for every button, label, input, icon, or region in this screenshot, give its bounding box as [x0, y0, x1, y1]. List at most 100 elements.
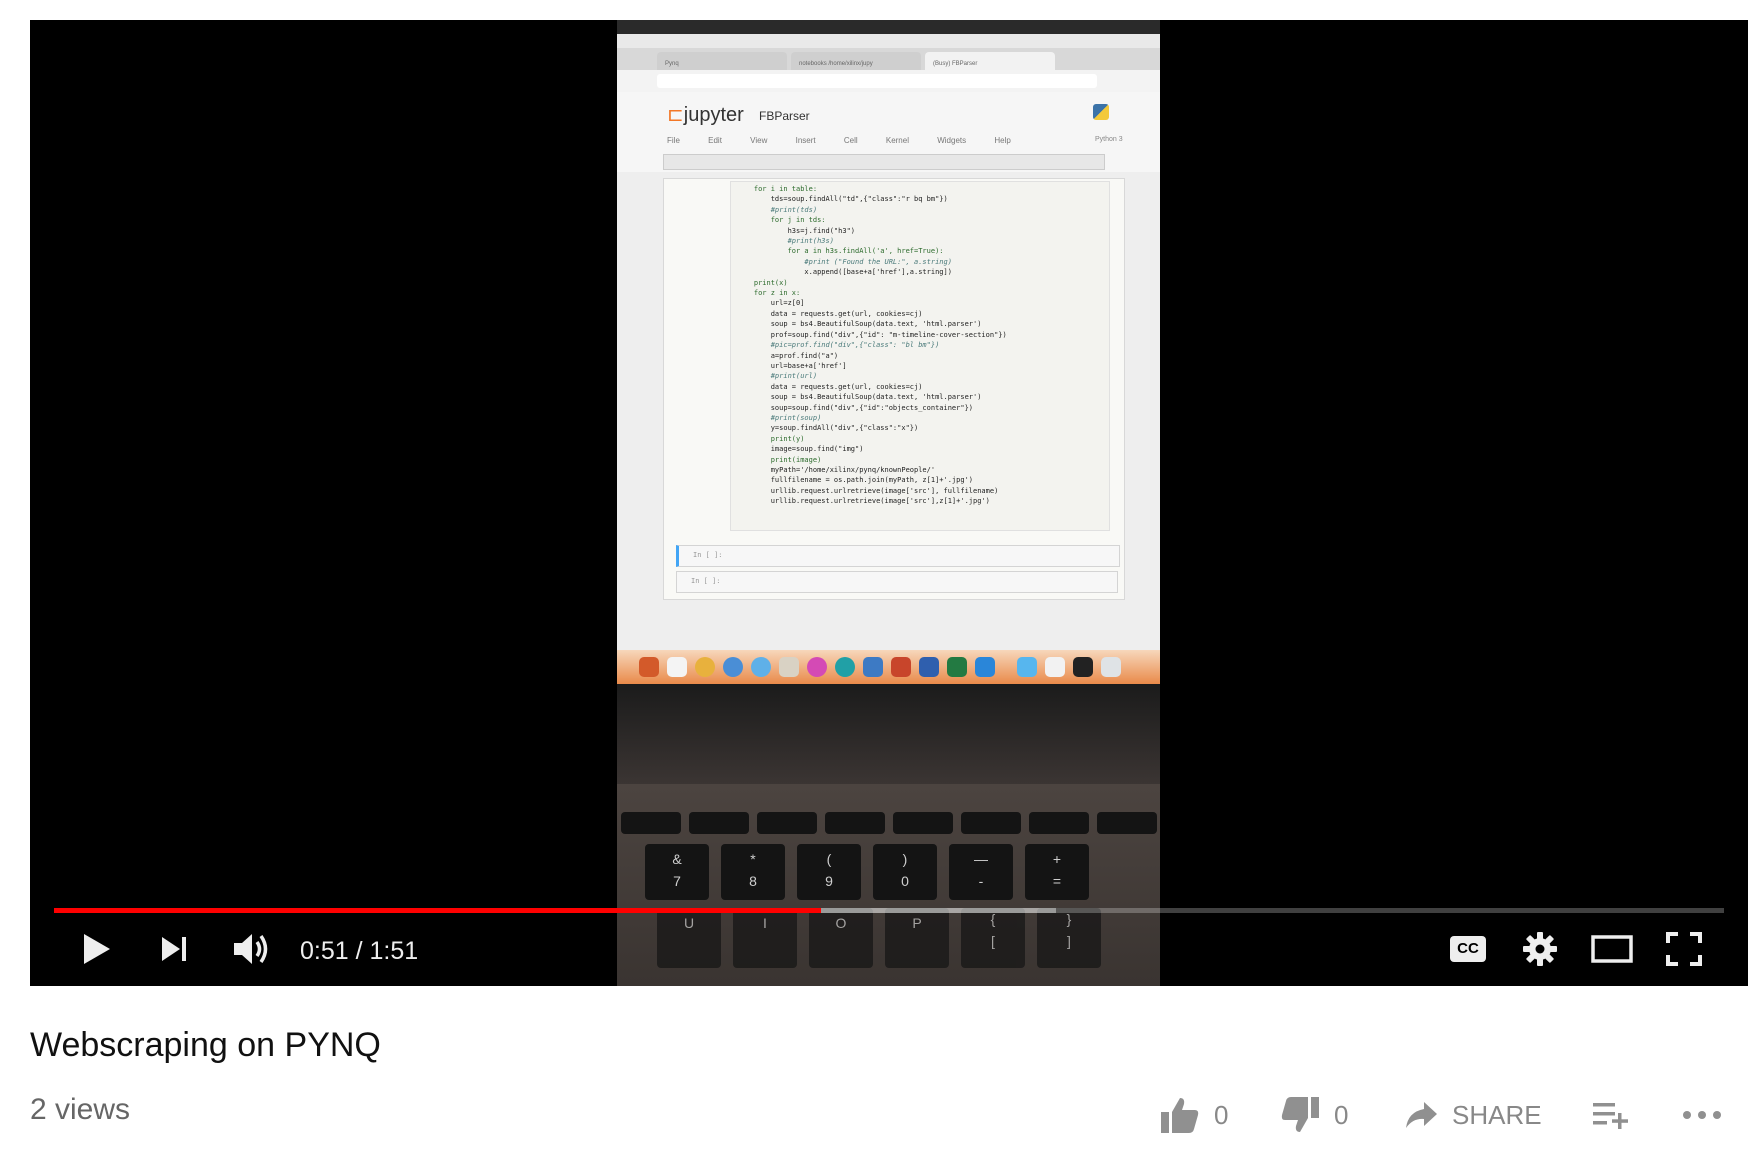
code-line: fullfilename = os.path.join(myPath, z[1]…	[737, 476, 974, 485]
dock-app-icon	[975, 657, 995, 677]
code-line: urllib.request.urlretrieve(image['src'],…	[737, 497, 990, 506]
jupyter-logo: ⊏jupyter	[667, 102, 744, 127]
dock-app-icon	[1073, 657, 1093, 677]
volume-icon	[234, 934, 268, 964]
dock-app-icon	[863, 657, 883, 677]
share-icon	[1406, 1102, 1437, 1128]
dock-app-icon	[891, 657, 911, 677]
keyboard-key	[621, 812, 681, 834]
code-line: #print(h3s)	[737, 237, 834, 246]
code-line: #print ("Found the URL:", a.string)	[737, 257, 952, 266]
dock-app-icon	[1045, 657, 1065, 677]
notebook-name: FBParser	[759, 109, 810, 123]
time-separator: /	[355, 937, 363, 965]
more-icon	[1683, 1111, 1721, 1119]
video-actions: 0 0 SHARE	[0, 1090, 1748, 1140]
jupyter-notebook: ⊏jupyter FBParser File Edit View Insert …	[617, 92, 1160, 672]
cc-icon: CC	[1450, 936, 1486, 962]
dock-app-icon	[639, 657, 659, 677]
python-logo-icon	[1093, 104, 1109, 120]
dock-app-icon	[723, 657, 743, 677]
video-title: Webscraping on PYNQ	[30, 1026, 381, 1064]
captions-button[interactable]: CC	[1444, 925, 1492, 973]
progress-played	[54, 908, 822, 913]
keyboard-key	[825, 812, 885, 834]
thumbs-up-icon	[1161, 1098, 1199, 1133]
jupyter-menu-item: File	[667, 136, 680, 145]
kernel-indicator: Python 3	[1095, 136, 1123, 143]
jupyter-menu-item: Cell	[843, 136, 858, 145]
address-bar	[617, 70, 1160, 92]
keyboard-key	[1097, 812, 1157, 834]
jupyter-toolbar	[663, 154, 1105, 170]
address-field	[657, 74, 1097, 88]
jupyter-menu-item: Widgets	[937, 136, 967, 145]
dock-app-icon	[835, 657, 855, 677]
code-line: tds=soup.findAll("td",{"class":"r bq bm"…	[737, 195, 948, 204]
time-total: 1:51	[369, 937, 419, 965]
code-line: soup=soup.find("div",{"id":"objects_cont…	[737, 403, 974, 412]
play-icon	[84, 934, 110, 964]
dock-app-icon	[695, 657, 715, 677]
code-line: print(y)	[737, 434, 805, 443]
next-icon	[162, 937, 186, 961]
next-button[interactable]	[150, 925, 198, 973]
keyboard-key	[1029, 812, 1089, 834]
video-frame[interactable]: Pynq notebooks /home/xilinx/jupy (Busy) …	[617, 20, 1160, 986]
share-label: SHARE	[1452, 1099, 1542, 1130]
time-current: 0:51	[300, 937, 349, 965]
add-to-playlist-button[interactable]	[1592, 1090, 1630, 1140]
code-line: for j in tds:	[737, 216, 826, 225]
code-cell: for i in table: tds=soup.findAll("td",{"…	[730, 181, 1110, 531]
play-button[interactable]	[72, 925, 120, 973]
mac-menubar	[617, 34, 1160, 48]
code-line: soup = bs4.BeautifulSoup(data.text, 'htm…	[737, 320, 982, 329]
dock-app-icon	[947, 657, 967, 677]
jupyter-menu-item: Insert	[795, 136, 816, 145]
browser-tab-label: Pynq	[665, 61, 679, 67]
volume-button[interactable]	[228, 925, 276, 973]
code-line: data = requests.get(url, cookies=cj)	[737, 382, 923, 391]
dock-app-icon	[667, 657, 687, 677]
code-line: prof=soup.find("div",{"id": "m-timeline-…	[737, 330, 1007, 339]
cell-prompt: In [ ]:	[693, 551, 723, 559]
jupyter-menu-item: Kernel	[885, 136, 909, 145]
progress-bar[interactable]	[54, 908, 1724, 913]
jupyter-header: ⊏jupyter FBParser File Edit View Insert …	[617, 92, 1160, 172]
keyboard-key	[961, 812, 1021, 834]
keyboard-key: ( 9	[797, 844, 861, 900]
dock-app-icon	[779, 657, 799, 677]
jupyter-logo-mark: ⊏	[667, 104, 684, 126]
like-button[interactable]: 0	[1160, 1090, 1228, 1140]
settings-button[interactable]	[1516, 925, 1564, 973]
fullscreen-button[interactable]	[1660, 925, 1708, 973]
code-line: for i in table:	[737, 185, 818, 193]
dock-app-icon	[807, 657, 827, 677]
code-line: #print(tds)	[737, 205, 818, 214]
add-to-playlist-icon	[1593, 1103, 1628, 1129]
more-actions-button[interactable]	[1682, 1090, 1722, 1140]
jupyter-menu-item: Help	[994, 136, 1011, 145]
dock-app-icon	[919, 657, 939, 677]
keyboard-key: * 8	[721, 844, 785, 900]
code-line: x.append([base+a['href'],a.string])	[737, 268, 952, 277]
dislike-button[interactable]: 0	[1280, 1090, 1348, 1140]
video-player[interactable]: Pynq notebooks /home/xilinx/jupy (Busy) …	[30, 20, 1748, 986]
browser-tab-label: notebooks /home/xilinx/jupy	[799, 61, 873, 67]
browser-tab: Pynq	[657, 52, 787, 70]
code-line: #pic=prof.find("div",{"class": "bl bm"})	[737, 341, 940, 350]
jupyter-menu-item: View	[750, 136, 768, 145]
code-line: #print(soup)	[737, 413, 822, 422]
code-line: h3s=j.find("h3")	[737, 226, 856, 235]
jupyter-menu-item: Edit	[708, 136, 722, 145]
dislike-count: 0	[1334, 1099, 1349, 1130]
code-line: a=prof.find("a")	[737, 351, 839, 360]
laptop-bezel	[617, 684, 1160, 784]
keyboard-key	[757, 812, 817, 834]
notebook-page: for i in table: tds=soup.findAll("td",{"…	[663, 178, 1125, 600]
dock-app-icon	[1017, 657, 1037, 677]
theater-mode-button[interactable]	[1588, 925, 1636, 973]
fullscreen-icon	[1666, 932, 1702, 966]
code-line: url=base+a['href']	[737, 361, 847, 370]
share-button[interactable]: SHARE	[1404, 1090, 1542, 1140]
